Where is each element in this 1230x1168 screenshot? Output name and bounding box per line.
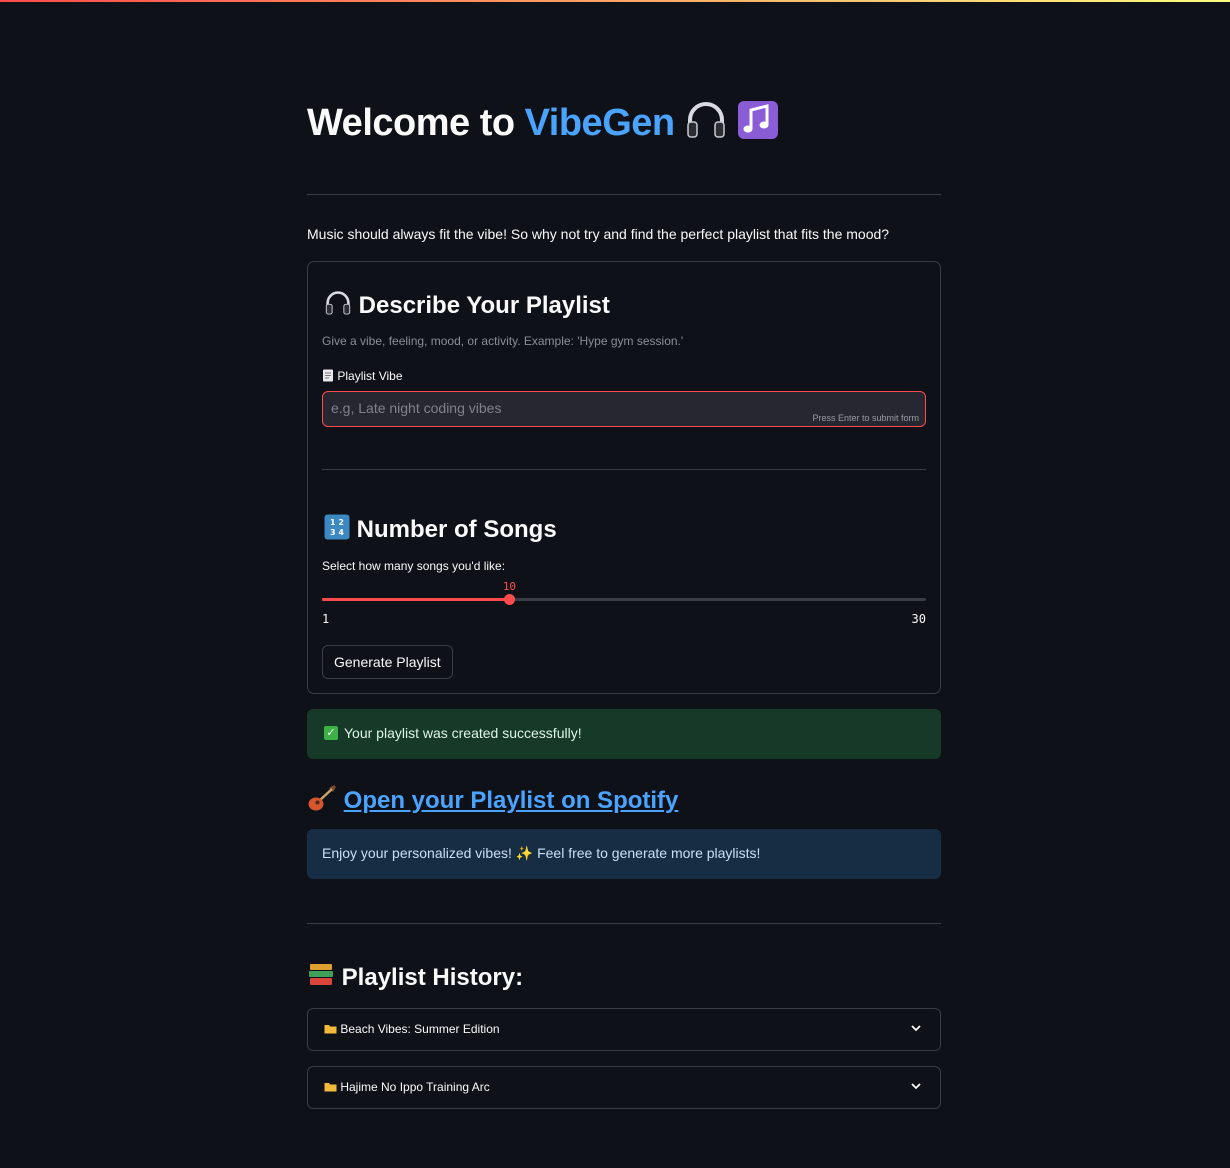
headphones-icon: [685, 100, 727, 150]
open-spotify-link[interactable]: Open your Playlist on Spotify: [344, 787, 679, 814]
slider-max: 30: [911, 612, 926, 626]
history-heading-text: Playlist History:: [341, 963, 524, 991]
divider: [322, 469, 926, 470]
title-prefix: Welcome to: [307, 102, 525, 145]
divider: [307, 923, 941, 924]
chevron-down-icon: [910, 1079, 922, 1097]
divider: [307, 194, 941, 195]
slider-value: 10: [502, 580, 517, 593]
memo-icon: [322, 369, 334, 385]
title-accent: VibeGen: [524, 102, 675, 145]
intro-text: Music should always fit the vibe! So why…: [307, 226, 890, 242]
svg-text:3 4: 3 4: [330, 528, 344, 537]
success-text: Your playlist was created successfully!: [344, 725, 582, 741]
success-alert: ✓ Your playlist was created successfully…: [307, 709, 941, 759]
songs-heading: 1 23 4 Number of Songs: [324, 514, 557, 547]
svg-text:1 2: 1 2: [330, 518, 344, 527]
headphones-icon: [324, 290, 352, 323]
folder-icon: [324, 1081, 337, 1095]
history-item-title: Hajime No Ippo Training Arc: [324, 1080, 490, 1095]
playlist-form: Describe Your Playlist Give a vibe, feel…: [307, 261, 941, 694]
songs-slider[interactable]: 10: [322, 580, 926, 605]
check-icon: ✓: [324, 726, 338, 740]
numbers-icon: 1 23 4: [324, 514, 350, 547]
history-heading: Playlist History:: [307, 962, 523, 995]
slider-min: 1: [322, 612, 330, 626]
info-text: Enjoy your personalized vibes! ✨ Feel fr…: [322, 845, 761, 861]
history-item-title: Beach Vibes: Summer Edition: [324, 1022, 500, 1037]
page-title: Welcome to VibeGen: [307, 100, 779, 150]
history-item-label: Hajime No Ippo Training Arc: [340, 1080, 490, 1094]
folder-icon: [324, 1023, 337, 1037]
songs-heading-text: Number of Songs: [356, 515, 557, 543]
history-item-expander[interactable]: Hajime No Ippo Training Arc: [307, 1066, 941, 1109]
vibe-input-wrapper: Press Enter to submit form: [322, 391, 926, 427]
describe-heading-text: Describe Your Playlist: [358, 291, 610, 319]
info-alert: Enjoy your personalized vibes! ✨ Feel fr…: [307, 829, 941, 879]
describe-caption: Give a vibe, feeling, mood, or activity.…: [322, 334, 684, 348]
spotify-link-line: Open your Playlist on Spotify: [307, 784, 678, 819]
generate-playlist-button[interactable]: Generate Playlist: [322, 645, 453, 679]
submit-hint: Press Enter to submit form: [812, 413, 919, 423]
guitar-icon: [307, 784, 337, 819]
slider-fill: [322, 598, 510, 601]
top-decoration-bar: [0, 0, 1230, 2]
vibe-label-text: Playlist Vibe: [337, 369, 403, 384]
chevron-down-icon: [910, 1021, 922, 1039]
slider-thumb[interactable]: [504, 594, 516, 605]
describe-heading: Describe Your Playlist: [324, 290, 610, 323]
history-item-label: Beach Vibes: Summer Edition: [340, 1022, 500, 1036]
vibe-label: Playlist Vibe: [322, 369, 403, 385]
songs-label: Select how many songs you'd like:: [322, 559, 506, 573]
history-item-expander[interactable]: Beach Vibes: Summer Edition: [307, 1008, 941, 1051]
books-icon: [307, 962, 335, 995]
music-notes-icon: [737, 100, 779, 150]
